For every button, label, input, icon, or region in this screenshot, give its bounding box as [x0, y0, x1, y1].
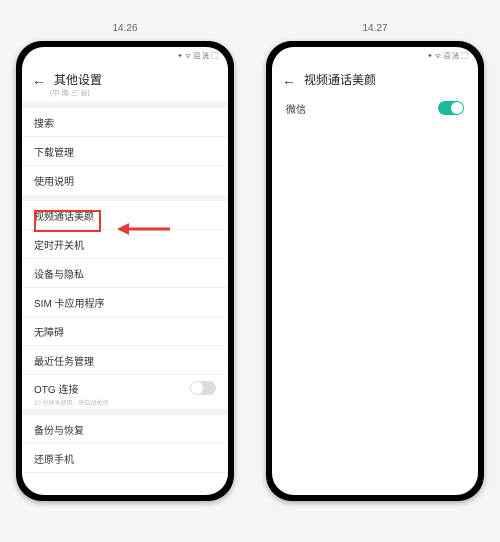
screen-right: ✦ ᯤ 沼 洸 ▢ ← 视频通话美颜 微信 [272, 47, 478, 495]
header-right: ← 视频通话美颜 [272, 65, 478, 92]
back-icon[interactable]: ← [282, 72, 296, 88]
phone-right: 14.27 ✦ ᯤ 沼 洸 ▢ ← 视频通话美颜 微信 [266, 41, 484, 501]
item-wechat[interactable]: 微信 [272, 92, 478, 124]
page-title-left: 其他设置 [54, 71, 102, 88]
header-sub-left: (中·南·三·谷) [22, 88, 228, 102]
page-title-right: 视频通话美颜 [304, 71, 376, 88]
item-otg[interactable]: OTG 连接 10 分钟未使用，将自动关闭 [22, 375, 228, 409]
item-instructions[interactable]: 使用说明 [22, 166, 228, 195]
back-icon[interactable]: ← [32, 72, 46, 88]
external-time-left: 14.26 [112, 23, 137, 34]
item-video-beauty[interactable]: 视频通话美颜 [22, 201, 228, 230]
settings-list: 搜索 下载管理 使用说明 视频通话美颜 定时开关机 设备与隐私 SIM 卡应用程… [22, 108, 228, 495]
item-recent-tasks[interactable]: 最近任务管理 [22, 346, 228, 375]
item-sim-app[interactable]: SIM 卡应用程序 [22, 288, 228, 317]
wechat-toggle[interactable] [438, 101, 464, 115]
item-otg-sub: 10 分钟未使用，将自动关闭 [34, 398, 108, 407]
statusbar-left: ✦ ᯤ 沼 洸 ▢ [22, 47, 228, 65]
item-backup[interactable]: 备份与恢复 [22, 415, 228, 444]
phone-left: 14.26 ✦ ᯤ 沼 洸 ▢ ← 其他设置 (中·南·三·谷) 搜索 下载管理… [16, 41, 234, 501]
otg-toggle[interactable] [190, 381, 216, 395]
item-scheduled-power[interactable]: 定时开关机 [22, 230, 228, 259]
item-device-privacy[interactable]: 设备与隐私 [22, 259, 228, 288]
external-time-right: 14.27 [362, 23, 387, 34]
item-accessibility[interactable]: 无障碍 [22, 317, 228, 346]
item-otg-label: OTG 连接 [34, 381, 78, 396]
screen-left: ✦ ᯤ 沼 洸 ▢ ← 其他设置 (中·南·三·谷) 搜索 下载管理 使用说明 … [22, 47, 228, 495]
statusbar-right: ✦ ᯤ 沼 洸 ▢ [272, 47, 478, 65]
item-wechat-label: 微信 [286, 101, 306, 116]
item-reset[interactable]: 还原手机 [22, 444, 228, 473]
item-search[interactable]: 搜索 [22, 108, 228, 137]
item-download[interactable]: 下载管理 [22, 137, 228, 166]
